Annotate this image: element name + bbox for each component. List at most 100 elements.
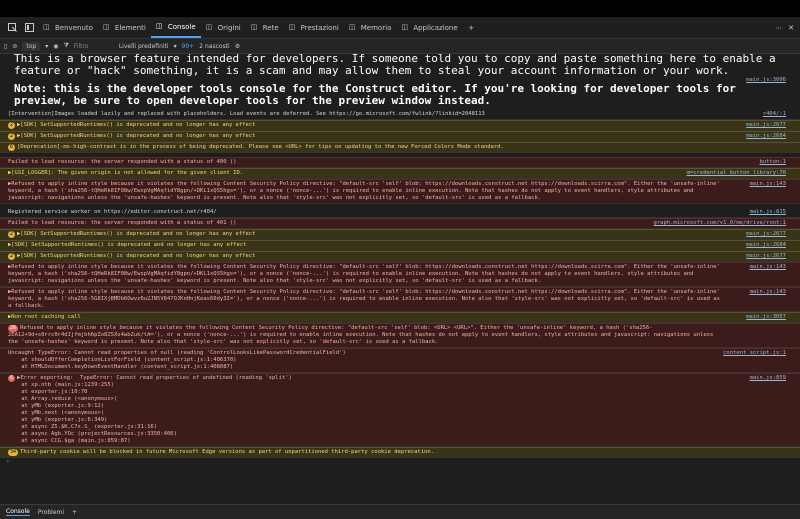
context-select[interactable]: top xyxy=(22,41,41,51)
repeat-count-badge: 2 xyxy=(8,253,16,260)
source-link[interactable]: main.js:815 xyxy=(750,209,786,216)
gear-icon[interactable]: ⚙ xyxy=(235,43,240,50)
drawer-tab-problems[interactable]: Problemi xyxy=(38,509,64,516)
clear-console-icon[interactable]: ⊘ xyxy=(12,43,17,50)
levels-select[interactable]: Livelli predefiniti xyxy=(119,43,169,50)
source-link[interactable]: main.js:2677 xyxy=(746,122,786,129)
source-link[interactable]: r404/:1 xyxy=(763,111,786,118)
message-text: ▶Non root caching call xyxy=(8,314,81,320)
message-text: [Deprecation]-ms-high-contrast is in the… xyxy=(17,144,504,150)
console-message[interactable]: Failed to load resource: the server resp… xyxy=(0,157,800,168)
repeat-count-badge: 6 xyxy=(8,375,16,382)
close-icon[interactable]: ✕ xyxy=(788,24,794,32)
add-tab-icon[interactable]: + xyxy=(466,22,477,33)
repeat-count-badge: 2 xyxy=(8,231,16,238)
console-message[interactable]: Registered service worker on https://edi… xyxy=(0,208,800,218)
network-icon: ◫ xyxy=(250,23,258,31)
tab-performance[interactable]: ◫ Prestazioni xyxy=(284,17,344,38)
console-message[interactable]: 2 ▶[SDK] SetSupportedRuntimes() is deprec… xyxy=(0,120,800,131)
tab-label: Origini xyxy=(217,23,241,32)
source-link[interactable]: main.js:2677 xyxy=(746,231,786,238)
repeat-count-badge: 2 xyxy=(8,122,16,129)
source-link[interactable]: main.js:3057 xyxy=(746,314,786,321)
tab-console[interactable]: ◫ Console xyxy=(150,17,201,38)
console-message[interactable]: 34 Third-party cookie will be blocked in … xyxy=(0,447,800,458)
console-message[interactable]: Uncaught TypeError: Cannot read properti… xyxy=(0,348,800,373)
console-message[interactable]: 2 ▶[SDK] SetSupportedRuntimes() is deprec… xyxy=(0,229,800,240)
console-message[interactable]: [Intervention]Images loaded lazily and r… xyxy=(0,110,800,120)
message-text: Registered service worker on https://edi… xyxy=(8,209,217,215)
console-message[interactable]: 6 [Deprecation]-ms-high-contrast is in th… xyxy=(0,142,800,153)
console-message[interactable]: 26 Refused to apply inline style because … xyxy=(0,323,800,348)
tab-network[interactable]: ◫ Rete xyxy=(246,17,284,38)
tab-sources[interactable]: ◫ Origini xyxy=(201,17,246,38)
console-icon: ◫ xyxy=(155,22,163,30)
performance-icon: ◫ xyxy=(288,23,296,31)
source-link[interactable]: main.js:2684 xyxy=(746,242,786,249)
console-message[interactable]: ▶Refused to apply inline style because i… xyxy=(0,179,800,204)
tab-label: Rete xyxy=(262,23,279,32)
console-message[interactable]: ▶Non root caching call main.js:3057 xyxy=(0,312,800,323)
tab-label: Elementi xyxy=(114,23,146,32)
source-link[interactable]: graph.microsoft.com/v1.0/me/drive/root:1 xyxy=(654,220,786,227)
console-message[interactable]: ▶[GSI_LOGGER]: The given origin is not a… xyxy=(0,168,800,179)
tab-elements[interactable]: ◫ Elementi xyxy=(98,17,151,38)
tab-memory[interactable]: ◫ Memoria xyxy=(344,17,397,38)
console-prompt[interactable]: › xyxy=(0,458,800,465)
console-message[interactable]: ▶[SDK] SetSupportedRuntimes() is depreca… xyxy=(0,240,800,251)
console-message[interactable]: ▶Refused to apply inline style because i… xyxy=(0,287,800,312)
tab-application[interactable]: ◫ Applicazione xyxy=(396,17,462,38)
message-text: ▶[SDK] SetSupportedRuntimes() is depreca… xyxy=(17,133,256,139)
tab-label: Memoria xyxy=(360,23,392,32)
source-link[interactable]: main.js:859 xyxy=(750,375,786,382)
sources-icon: ◫ xyxy=(205,23,213,31)
source-link[interactable]: main.js:143 xyxy=(750,289,786,296)
sidebar-icon[interactable]: ▯ xyxy=(4,43,7,50)
memory-icon: ◫ xyxy=(348,23,356,31)
tab-label: Prestazioni xyxy=(300,23,339,32)
message-text: Uncaught TypeError: Cannot read properti… xyxy=(8,350,346,370)
inspect-icon[interactable] xyxy=(7,22,18,33)
message-text: [Intervention]Images loaded lazily and r… xyxy=(8,111,485,117)
source-link[interactable]: main.js:2684 xyxy=(746,133,786,140)
source-link[interactable]: m=credential_button_library:70 xyxy=(687,170,786,177)
message-text: ▶Refused to apply inline style because i… xyxy=(8,289,724,309)
filter-icon: ⧩ xyxy=(63,42,69,49)
welcome-icon: ◫ xyxy=(43,23,50,31)
chevron-down-icon[interactable]: ▾ xyxy=(174,43,177,50)
tab-welcome[interactable]: ◫ Benvenuto xyxy=(38,17,98,38)
message-text: ▶[SDK] SetSupportedRuntimes() is depreca… xyxy=(17,253,256,259)
source-link[interactable]: main.js:143 xyxy=(750,264,786,271)
message-text: ▶Error exporting: TypeError: Cannot read… xyxy=(17,375,292,444)
message-text: Third-party cookie will be blocked in fu… xyxy=(20,449,434,455)
console-message[interactable]: 2 ▶[SDK] SetSupportedRuntimes() is deprec… xyxy=(0,251,800,262)
eye-icon[interactable]: ◉ xyxy=(53,43,58,50)
more-options-icon[interactable]: ⋯ xyxy=(775,24,782,32)
source-link[interactable]: content_script.js:1 xyxy=(723,350,786,357)
console-message[interactable]: ▶Refused to apply inline style because i… xyxy=(0,262,800,287)
drawer-tabbar: Console Problemi + xyxy=(0,504,800,519)
console-message[interactable]: 2 ▶[SDK] SetSupportedRuntimes() is deprec… xyxy=(0,131,800,142)
repeat-count-badge: 2 xyxy=(8,133,16,140)
message-text: ▶[SDK] SetSupportedRuntimes() is depreca… xyxy=(17,231,256,237)
source-link[interactable]: main.js:143 xyxy=(750,181,786,188)
self-xss-warning: This is a browser feature intended for d… xyxy=(14,53,783,77)
tab-label: Console xyxy=(167,22,196,31)
console-message[interactable]: 6 ▶Error exporting: TypeError: Cannot rea… xyxy=(0,373,800,447)
filter-input[interactable]: Filtro xyxy=(74,43,114,50)
drawer-tab-console[interactable]: Console xyxy=(6,508,30,516)
device-toolbar-icon[interactable] xyxy=(24,22,35,33)
add-drawer-tab-icon[interactable]: + xyxy=(72,509,77,516)
elements-icon: ◫ xyxy=(102,23,110,31)
message-text: ▶Refused to apply inline style because i… xyxy=(8,181,724,201)
tab-label: Applicazione xyxy=(413,23,458,32)
message-text: Failed to load resource: the server resp… xyxy=(8,220,237,226)
repeat-count-badge: 6 xyxy=(8,144,16,151)
console-message[interactable]: Failed to load resource: the server resp… xyxy=(0,218,800,229)
source-link[interactable]: main.js:2677 xyxy=(746,253,786,260)
source-link[interactable]: button:1 xyxy=(760,159,787,166)
dropdown-icon[interactable]: ▾ xyxy=(45,43,48,50)
message-text: ▶Refused to apply inline style because i… xyxy=(8,264,724,284)
console-output[interactable]: This is a browser feature intended for d… xyxy=(0,53,800,505)
issues-badge[interactable]: 99+ xyxy=(182,43,195,50)
